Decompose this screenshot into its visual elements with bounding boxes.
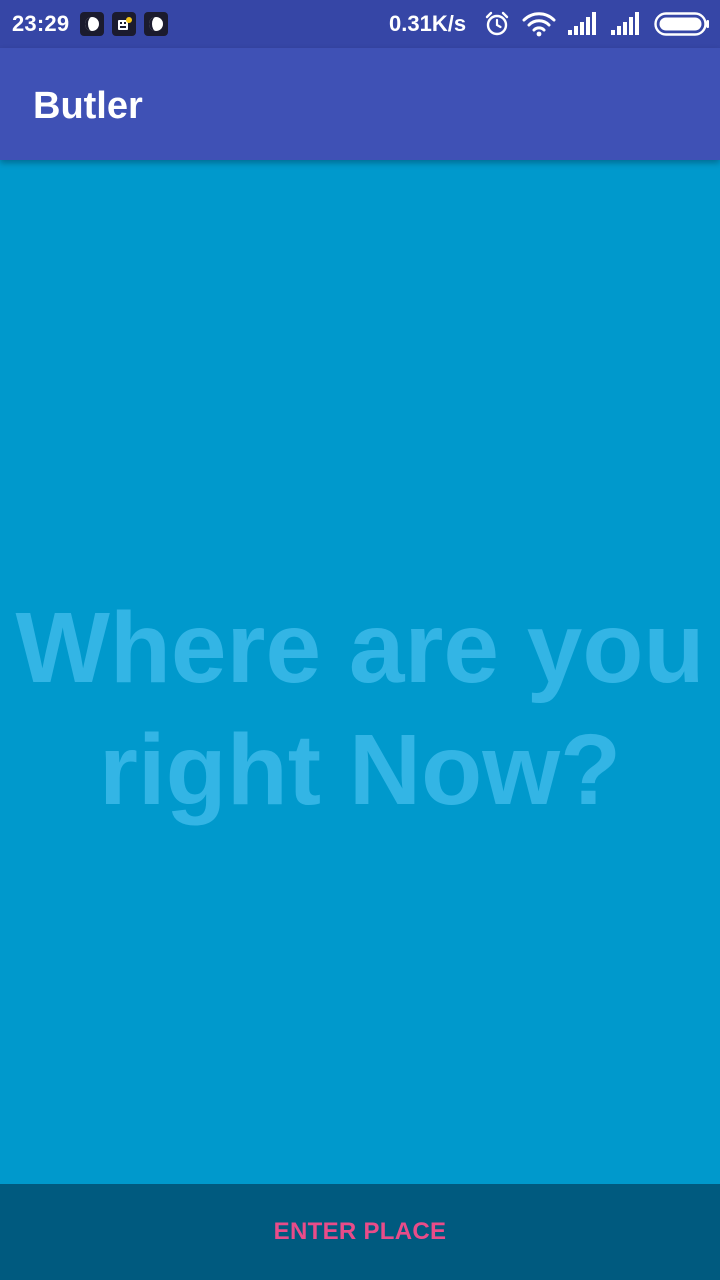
location-prompt: Where are you right Now?: [0, 587, 720, 831]
app-bar: Butler: [0, 48, 720, 160]
moon-app-icon: [80, 12, 104, 36]
app-title: Butler: [33, 85, 143, 127]
status-time: 23:29: [12, 11, 70, 36]
moon-app-icon: [144, 12, 168, 36]
battery-icon: [654, 12, 710, 36]
bottom-bar: ENTER PLACE: [0, 1184, 720, 1280]
main-content: Where are you right Now?: [0, 160, 720, 1184]
signal-icon: [609, 10, 643, 38]
network-speed: 0.31K/s: [389, 11, 467, 36]
prompt-line-1: Where are you: [15, 592, 705, 704]
enter-place-button[interactable]: ENTER PLACE: [0, 1184, 720, 1280]
status-bar: 23:29 0.31K/s: [0, 0, 720, 48]
alarm-icon: [483, 10, 511, 38]
keyboard-app-icon: [112, 12, 136, 36]
wifi-icon: [522, 10, 556, 38]
prompt-line-2: right Now?: [98, 714, 622, 826]
signal-icon: [566, 10, 600, 38]
